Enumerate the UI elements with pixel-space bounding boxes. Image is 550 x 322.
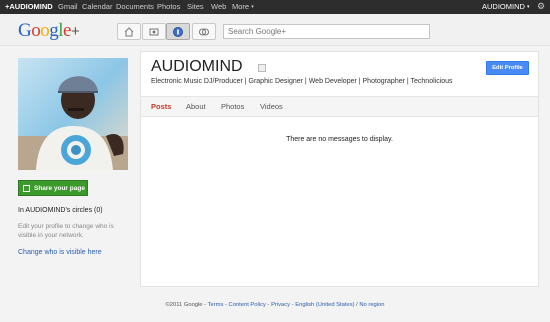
nav-more-label: More <box>232 2 250 11</box>
share-your-page-button[interactable]: Share your page <box>18 180 88 196</box>
tab-posts[interactable]: Posts <box>151 102 171 111</box>
nav-sites[interactable]: Sites <box>187 2 204 11</box>
footer-link-privacy[interactable]: Privacy <box>271 302 290 308</box>
chevron-down-icon: ▾ <box>527 4 530 10</box>
nav-more[interactable]: More ▾ <box>232 2 254 11</box>
tab-videos[interactable]: Videos <box>260 102 283 111</box>
change-visibility-link[interactable]: Change who is visible here <box>18 249 102 256</box>
profile-brand-link[interactable]: +AUDIOMIND <box>5 2 53 11</box>
footer-link-terms[interactable]: Terms <box>208 302 224 308</box>
logo-letter: o <box>31 20 41 41</box>
footer-link-language[interactable]: English (United States) <box>295 302 354 308</box>
share-icon <box>23 184 30 192</box>
circles-icon <box>199 28 209 35</box>
home-button[interactable] <box>117 23 141 40</box>
profile-name: AUDIOMIND <box>151 58 243 75</box>
profile-tabs: Posts About Photos Videos <box>141 96 538 117</box>
share-label: Share your page <box>34 184 85 192</box>
nav-calendar[interactable]: Calendar <box>82 2 112 11</box>
footer-link-content-policy[interactable]: Content Policy <box>229 302 266 308</box>
profile-photo[interactable] <box>18 58 128 170</box>
profile-photo-image <box>18 58 128 170</box>
tab-photos[interactable]: Photos <box>221 102 244 111</box>
logo-letter: g <box>49 20 59 41</box>
circles-button[interactable] <box>192 23 216 40</box>
circles-count: In AUDIOMIND's circles (0) <box>18 207 103 214</box>
profile-icon <box>173 26 183 37</box>
profile-tagline: Electronic Music DJ/Producer | Graphic D… <box>151 78 453 85</box>
nav-documents[interactable]: Documents <box>116 2 154 11</box>
tab-about[interactable]: About <box>186 102 206 111</box>
logo-letter: o <box>40 20 50 41</box>
footer: ©2011 Google - Terms - Content Policy - … <box>165 302 385 308</box>
search-input[interactable] <box>223 24 430 39</box>
google-plus-logo[interactable]: Google+ <box>18 20 80 42</box>
profile-button[interactable] <box>166 23 190 40</box>
logo-letter: e <box>63 20 71 41</box>
footer-copyright: ©2011 Google <box>165 302 203 308</box>
empty-stream-message: There are no messages to display. <box>286 136 393 143</box>
account-menu[interactable]: AUDIOMIND ▾ <box>482 2 530 11</box>
header: Google+ <box>0 14 550 46</box>
footer-link-region[interactable]: No region <box>359 302 384 308</box>
photo-icon <box>149 28 159 35</box>
photos-button[interactable] <box>142 23 166 40</box>
profile-panel: AUDIOMIND Electronic Music DJ/Producer |… <box>140 51 539 287</box>
logo-letter: G <box>18 20 32 41</box>
nav-gmail[interactable]: Gmail <box>58 2 78 11</box>
nav-web[interactable]: Web <box>211 2 226 11</box>
profile-badge-icon <box>258 64 266 72</box>
gear-icon[interactable]: ⚙ <box>537 1 545 12</box>
top-navigation-bar: +AUDIOMIND Gmail Calendar Documents Phot… <box>0 0 550 14</box>
logo-plus: + <box>70 23 80 40</box>
edit-profile-button[interactable]: Edit Profile <box>486 61 529 75</box>
chevron-down-icon: ▾ <box>251 4 254 10</box>
visibility-hint: Edit your profile to change who is visib… <box>18 223 114 239</box>
home-icon <box>124 26 134 36</box>
account-name: AUDIOMIND <box>482 2 525 11</box>
nav-photos[interactable]: Photos <box>157 2 180 11</box>
